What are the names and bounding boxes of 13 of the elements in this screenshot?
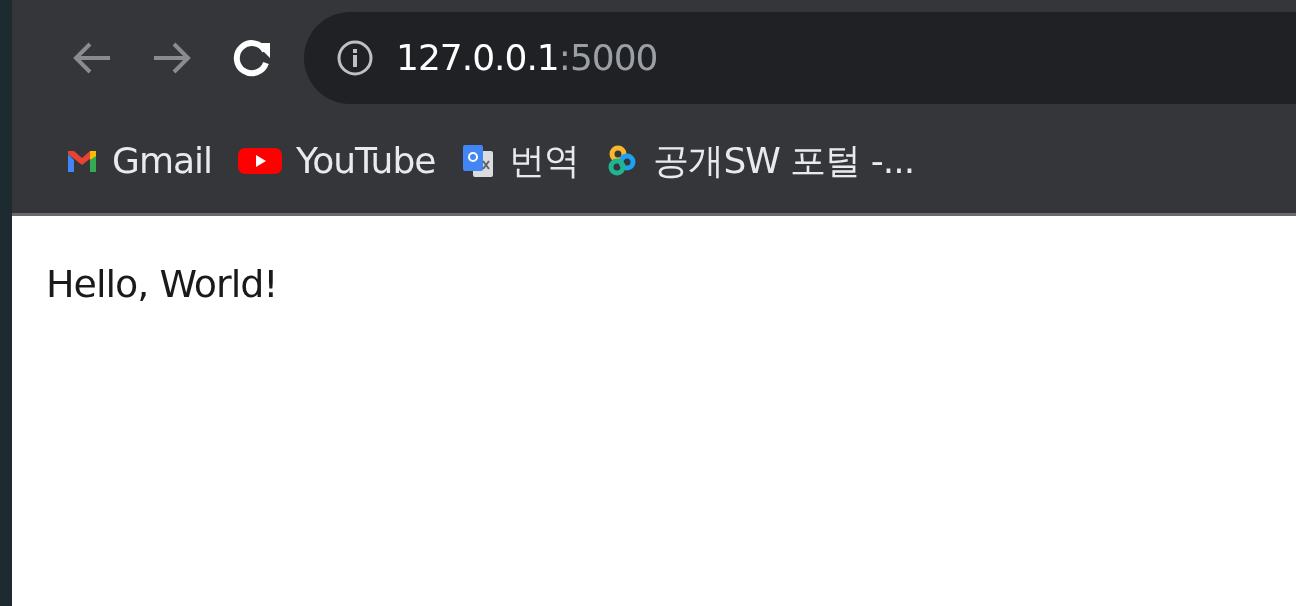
back-arrow-icon xyxy=(72,41,112,75)
bookmark-link[interactable]: Gmail xyxy=(66,133,213,188)
bookmark-link[interactable]: 번역 xyxy=(461,133,580,188)
bookmark-link[interactable]: YouTube xyxy=(238,133,436,188)
play-icon xyxy=(238,145,283,176)
reload-icon xyxy=(231,37,273,79)
translate-icon xyxy=(461,142,496,179)
info-icon xyxy=(336,39,374,77)
page-text: Hello, World! xyxy=(46,261,279,308)
forward-arrow-icon xyxy=(152,41,192,75)
url-text: 127.0.0.1:5000 xyxy=(396,36,658,80)
address-bar[interactable]: 127.0.0.1:5000 xyxy=(304,12,1296,104)
bookmark-link[interactable]: 공개SW 포털 -... xyxy=(605,133,915,188)
